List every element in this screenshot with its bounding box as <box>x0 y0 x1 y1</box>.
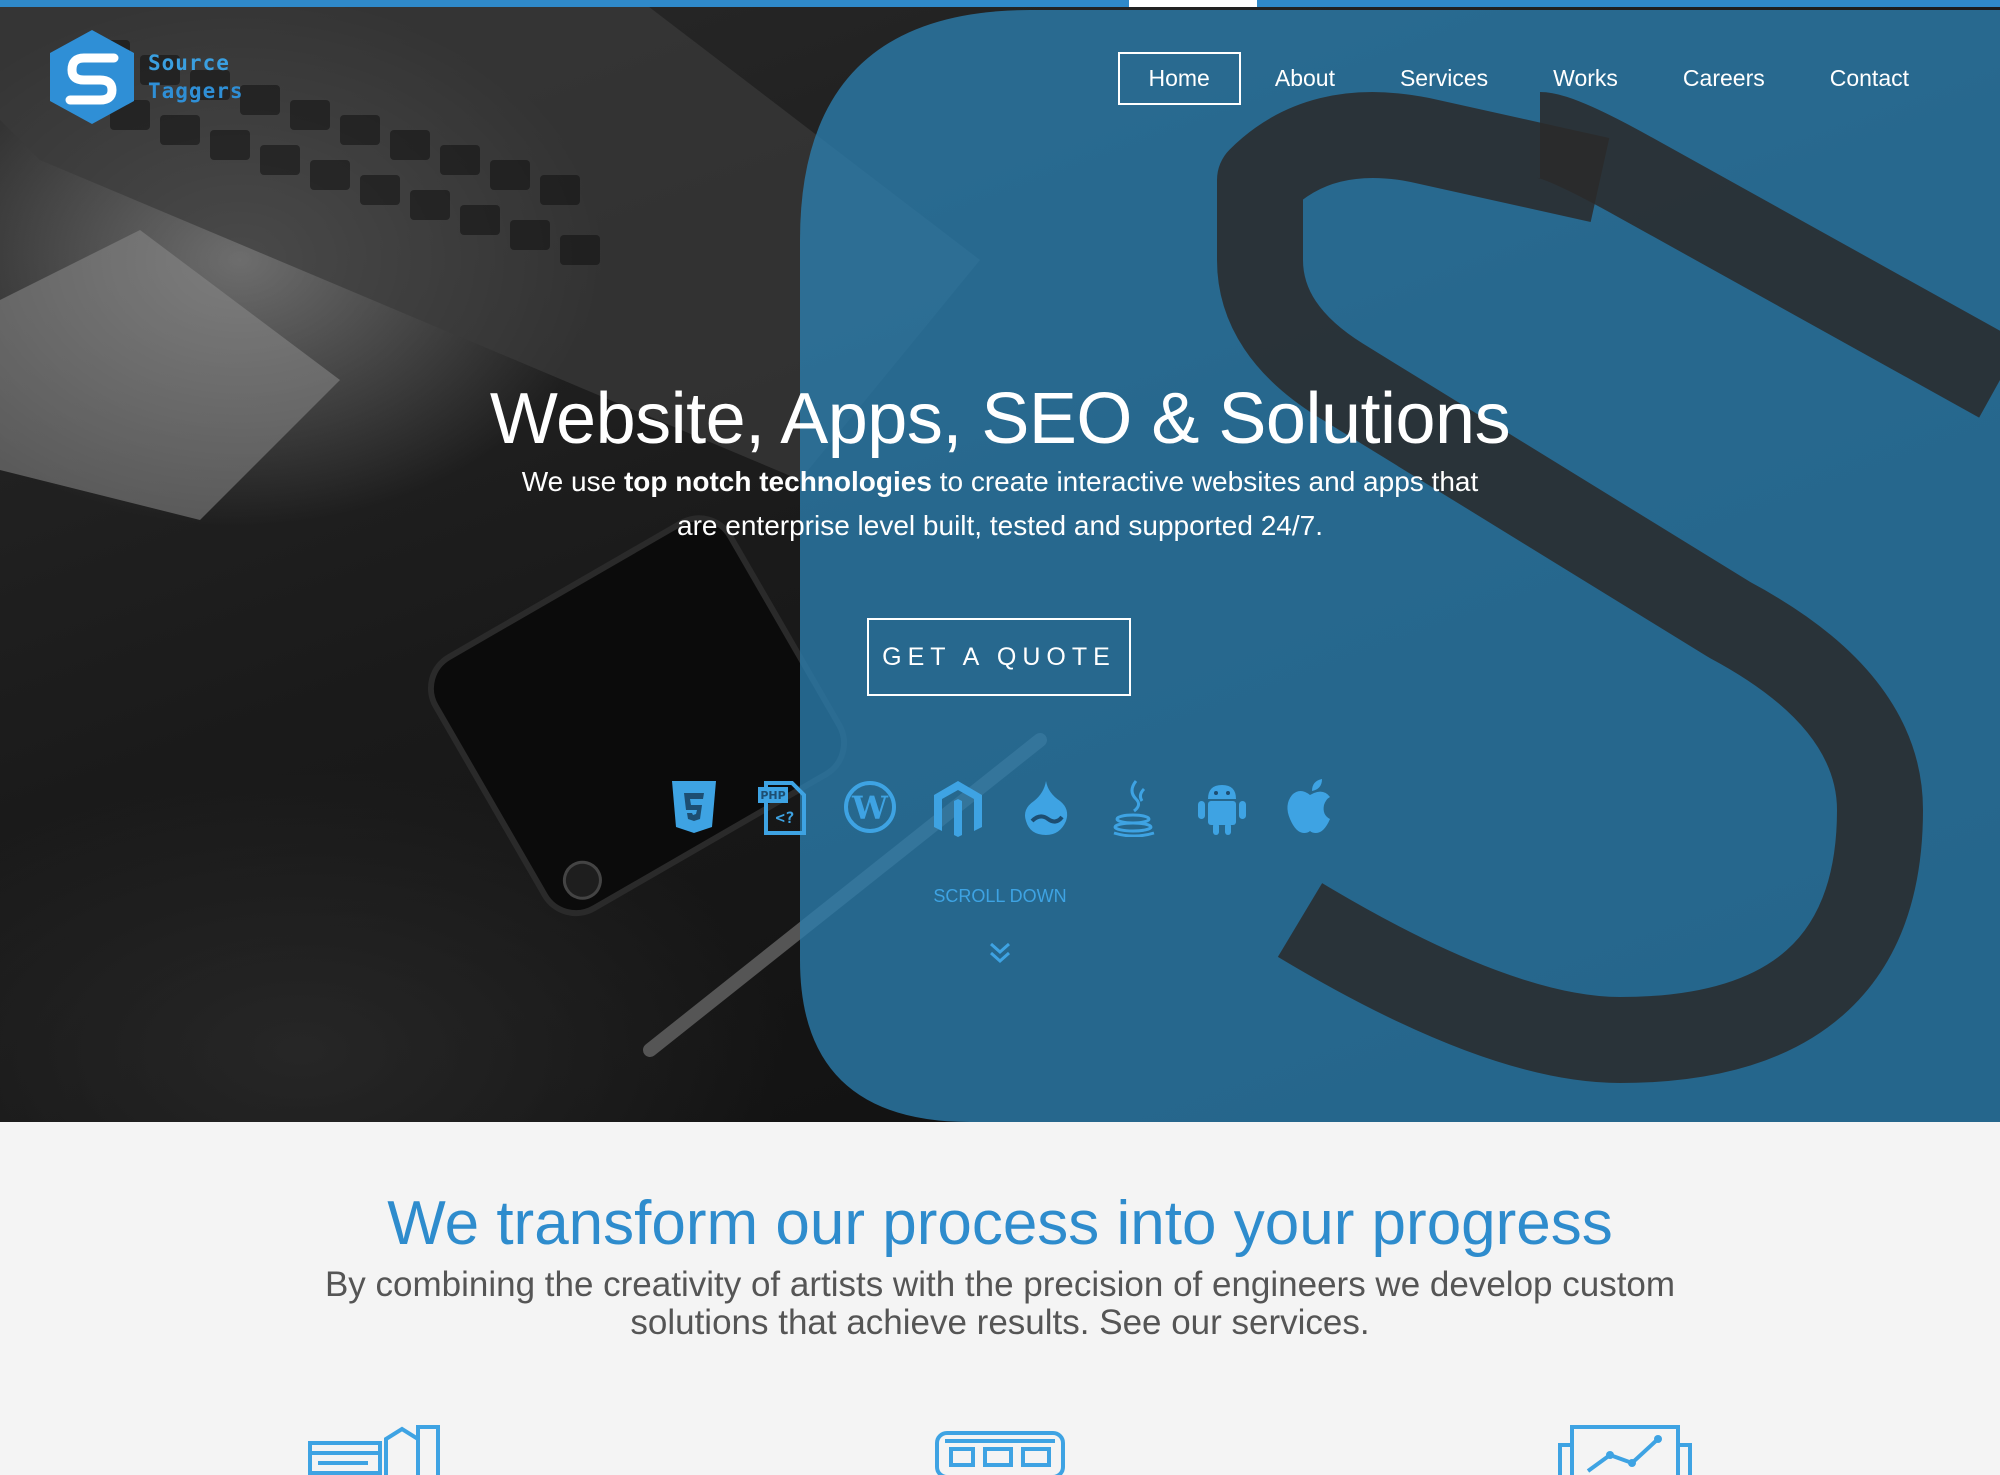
brand-logo[interactable]: Source Taggers <box>46 28 244 126</box>
chevron-double-down-icon[interactable] <box>985 940 1015 966</box>
svg-text:PHP: PHP <box>760 789 785 802</box>
java-icon <box>1113 780 1155 837</box>
html5-icon <box>672 781 716 833</box>
scroll-down-label[interactable]: SCROLL DOWN <box>0 886 2000 907</box>
drupal-icon <box>1025 781 1068 835</box>
tech-icons-row: PHP <? W <box>666 777 1338 837</box>
hero-sub-before: We use <box>521 466 624 497</box>
hero-subtitle: We use top notch technologies to create … <box>500 460 1500 548</box>
web-development-icon[interactable] <box>308 1425 442 1475</box>
hero-sub-bold: top notch technologies <box>623 466 932 497</box>
wordpress-icon: W <box>844 781 896 833</box>
android-icon <box>1198 785 1246 835</box>
logo-line2: Taggers <box>148 79 244 103</box>
seo-analytics-icon[interactable] <box>1558 1425 1692 1475</box>
active-nav-indicator <box>1129 0 1257 7</box>
nav-works[interactable]: Works <box>1522 52 1649 105</box>
hero-section: Source Taggers Home About Services Works… <box>0 0 2000 1122</box>
hero-title: Website, Apps, SEO & Solutions <box>489 379 1511 459</box>
top-accent-bar <box>0 0 2000 7</box>
nav-careers[interactable]: Careers <box>1652 52 1796 105</box>
nav-home[interactable]: Home <box>1117 52 1241 105</box>
nav-services[interactable]: Services <box>1369 52 1519 105</box>
magento-icon <box>934 781 982 837</box>
logo-text: Source Taggers <box>148 49 244 105</box>
apple-icon <box>1287 779 1330 833</box>
nav-contact[interactable]: Contact <box>1799 52 1940 105</box>
svg-text:W: W <box>851 789 889 827</box>
logo-mark-icon <box>50 30 134 124</box>
logo-line1: Source <box>148 51 230 75</box>
nav-about[interactable]: About <box>1244 52 1366 105</box>
section-subtitle: By combining the creativity of artists w… <box>324 1265 1676 1342</box>
svg-text:<?: <? <box>775 808 794 827</box>
section-title: We transform our process into your progr… <box>387 1189 1613 1258</box>
php-icon: PHP <? <box>758 781 806 835</box>
web-design-icon[interactable] <box>933 1425 1067 1475</box>
get-quote-button[interactable]: GET A QUOTE <box>867 618 1131 696</box>
main-nav: Home About Services Works Careers Contac… <box>1115 52 1941 105</box>
